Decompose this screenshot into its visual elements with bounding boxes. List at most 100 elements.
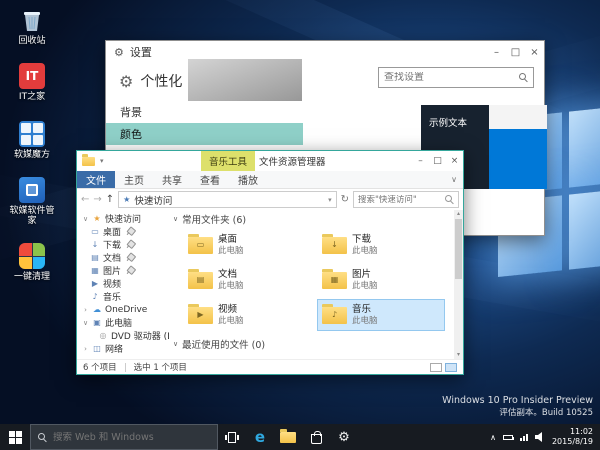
downloads-folder-icon: ↓: [91, 240, 99, 249]
settings-search-input[interactable]: [384, 72, 519, 83]
minimize-button[interactable]: –: [487, 41, 506, 63]
task-view-button[interactable]: [218, 424, 246, 450]
refresh-button[interactable]: ↻: [341, 194, 349, 205]
edge-button[interactable]: e: [246, 424, 274, 450]
store-button[interactable]: [302, 424, 330, 450]
background-preview-thumbnail: [188, 59, 302, 101]
folder-tile-desktop[interactable]: ▭ 桌面 此电脑: [183, 229, 311, 261]
minimize-button[interactable]: –: [412, 151, 429, 171]
explorer-search-input[interactable]: [358, 194, 442, 205]
taskbar-search-input[interactable]: [53, 431, 210, 443]
expander-icon[interactable]: ∨: [82, 215, 89, 223]
network-icon[interactable]: [519, 433, 528, 441]
pin-icon: [124, 251, 137, 264]
sidebar-item-quick-access[interactable]: ∨ ★ 快速访问: [77, 212, 169, 225]
settings-nav-background[interactable]: 背景: [120, 104, 142, 120]
ribbon-expand-icon[interactable]: ∨: [451, 175, 457, 184]
section-recent-files[interactable]: ∨ 最近使用的文件 (0): [173, 337, 451, 351]
volume-icon[interactable]: [534, 432, 545, 442]
sidebar-item-videos[interactable]: ▶ 视频: [77, 277, 169, 290]
pin-icon: [124, 264, 137, 277]
desktop-icon-ruanmei-mofang[interactable]: 软媒魔方: [6, 120, 58, 160]
tab-file[interactable]: 文件: [77, 171, 115, 188]
sidebar-item-this-pc[interactable]: ∨ ▣ 此电脑: [77, 316, 169, 329]
desktop-icon-ruanmei-manager[interactable]: 软媒软件管家: [6, 176, 58, 227]
taskbar-search[interactable]: [30, 424, 218, 450]
search-icon: [519, 73, 528, 82]
tab-share[interactable]: 共享: [153, 171, 191, 188]
large-icons-view-button[interactable]: [445, 362, 457, 372]
vertical-scrollbar[interactable]: ▴ ▾: [454, 210, 463, 359]
explorer-main: ∨ ★ 快速访问 ▭ 桌面 ↓ 下载 ▤ 文档 ▦ 图片 ▶ 视频 ♪ 音乐 ›…: [77, 210, 463, 359]
close-button[interactable]: ×: [446, 151, 463, 171]
sidebar-item-dvd-drive[interactable]: ◎ DVD 驱动器 (D:): [77, 329, 170, 342]
task-view-icon: [225, 431, 239, 443]
folder-content-pane: ∨ 常用文件夹 (6) ▭ 桌面 此电脑 ↓ 下载 此电脑 ▤ 文档 此电脑 ▦…: [169, 210, 463, 359]
taskbar-clock[interactable]: 11:02 2015/8/19: [552, 427, 593, 447]
videos-folder-icon: ▶: [91, 279, 99, 288]
sidebar-item-pictures[interactable]: ▦ 图片: [77, 264, 169, 277]
expander-icon[interactable]: ›: [82, 306, 89, 314]
file-explorer-window: ▾ 音乐工具 文件资源管理器 – □ × 文件 主页 共享 查看 播放 ∨ ← …: [76, 150, 464, 375]
contextual-tab-music-tools[interactable]: 音乐工具: [201, 151, 256, 171]
up-button[interactable]: ↑: [106, 194, 114, 205]
details-view-button[interactable]: [430, 362, 442, 372]
tab-play[interactable]: 播放: [229, 171, 267, 188]
folder-tile-downloads[interactable]: ↓ 下载 此电脑: [317, 229, 445, 261]
expander-icon[interactable]: ›: [82, 345, 89, 353]
address-bar[interactable]: ★ 快速访问 ▾: [118, 191, 337, 208]
folder-icon: ▭: [188, 233, 213, 254]
network-icon: ◫: [93, 344, 101, 353]
expander-icon[interactable]: ∨: [82, 319, 89, 327]
address-dropdown-icon[interactable]: ▾: [328, 196, 332, 204]
close-button[interactable]: ×: [525, 41, 544, 63]
edge-icon: e: [254, 427, 266, 446]
sidebar-item-downloads[interactable]: ↓ 下载: [77, 238, 169, 251]
pin-icon: [124, 238, 137, 251]
start-button[interactable]: [0, 424, 30, 450]
folder-tile-pictures[interactable]: ▦ 图片 此电脑: [317, 264, 445, 296]
scrollbar-thumb[interactable]: [455, 219, 462, 279]
windows-logo-icon: [8, 430, 22, 444]
music-folder-icon: ♪: [92, 292, 98, 301]
section-frequent-folders[interactable]: ∨ 常用文件夹 (6): [173, 212, 451, 226]
maximize-button[interactable]: □: [429, 151, 446, 171]
desktop-icon-ithome[interactable]: IT IT之家: [6, 62, 58, 102]
desktop-icon-one-key-clean[interactable]: 一键清理: [6, 242, 58, 282]
gear-icon: ⚙: [338, 429, 350, 445]
file-explorer-button[interactable]: [274, 424, 302, 450]
sidebar-item-documents[interactable]: ▤ 文档: [77, 251, 169, 264]
explorer-titlebar[interactable]: ▾ 音乐工具 文件资源管理器 – □ ×: [77, 151, 463, 171]
settings-search[interactable]: [378, 67, 534, 88]
watermark-line2: 评估副本。Build 10525: [499, 408, 593, 418]
desktop-icon-label: 一键清理: [13, 272, 50, 282]
scroll-down-icon[interactable]: ▾: [454, 351, 463, 359]
explorer-window-title: 文件资源管理器: [259, 157, 326, 168]
settings-titlebar[interactable]: ⚙ 设置 – □ ×: [106, 41, 544, 63]
maximize-button[interactable]: □: [506, 41, 525, 63]
collapse-icon[interactable]: ∨: [173, 340, 178, 348]
address-text: 快速访问: [134, 195, 173, 207]
explorer-search[interactable]: [353, 191, 459, 208]
settings-nav-colors[interactable]: 颜色: [106, 123, 303, 145]
tray-overflow-icon[interactable]: ∧: [490, 433, 496, 442]
folder-tile-music-selected[interactable]: ♪ 音乐 此电脑: [317, 299, 445, 331]
back-button[interactable]: ←: [81, 194, 89, 205]
sidebar-item-network[interactable]: › ◫ 网络: [77, 342, 169, 355]
tab-view[interactable]: 查看: [191, 171, 229, 188]
desktop-icon-recycle-bin[interactable]: 回收站: [6, 6, 58, 46]
folder-tile-videos[interactable]: ▶ 视频 此电脑: [183, 299, 311, 331]
scroll-up-icon[interactable]: ▴: [457, 210, 460, 217]
sample-text: 示例文本: [429, 118, 468, 129]
folder-tile-documents[interactable]: ▤ 文档 此电脑: [183, 264, 311, 296]
settings-button[interactable]: ⚙: [330, 424, 358, 450]
sidebar-item-music[interactable]: ♪ 音乐: [77, 290, 169, 303]
collapse-icon[interactable]: ∨: [173, 215, 178, 223]
sidebar-item-desktop[interactable]: ▭ 桌面: [77, 225, 169, 238]
battery-icon[interactable]: [502, 434, 514, 440]
sidebar-item-onedrive[interactable]: › ☁ OneDrive: [77, 303, 169, 316]
forward-button[interactable]: →: [93, 194, 101, 205]
tab-home[interactable]: 主页: [115, 171, 153, 188]
pin-icon: [124, 225, 137, 238]
quick-access-toolbar-dropdown-icon[interactable]: ▾: [100, 157, 104, 165]
